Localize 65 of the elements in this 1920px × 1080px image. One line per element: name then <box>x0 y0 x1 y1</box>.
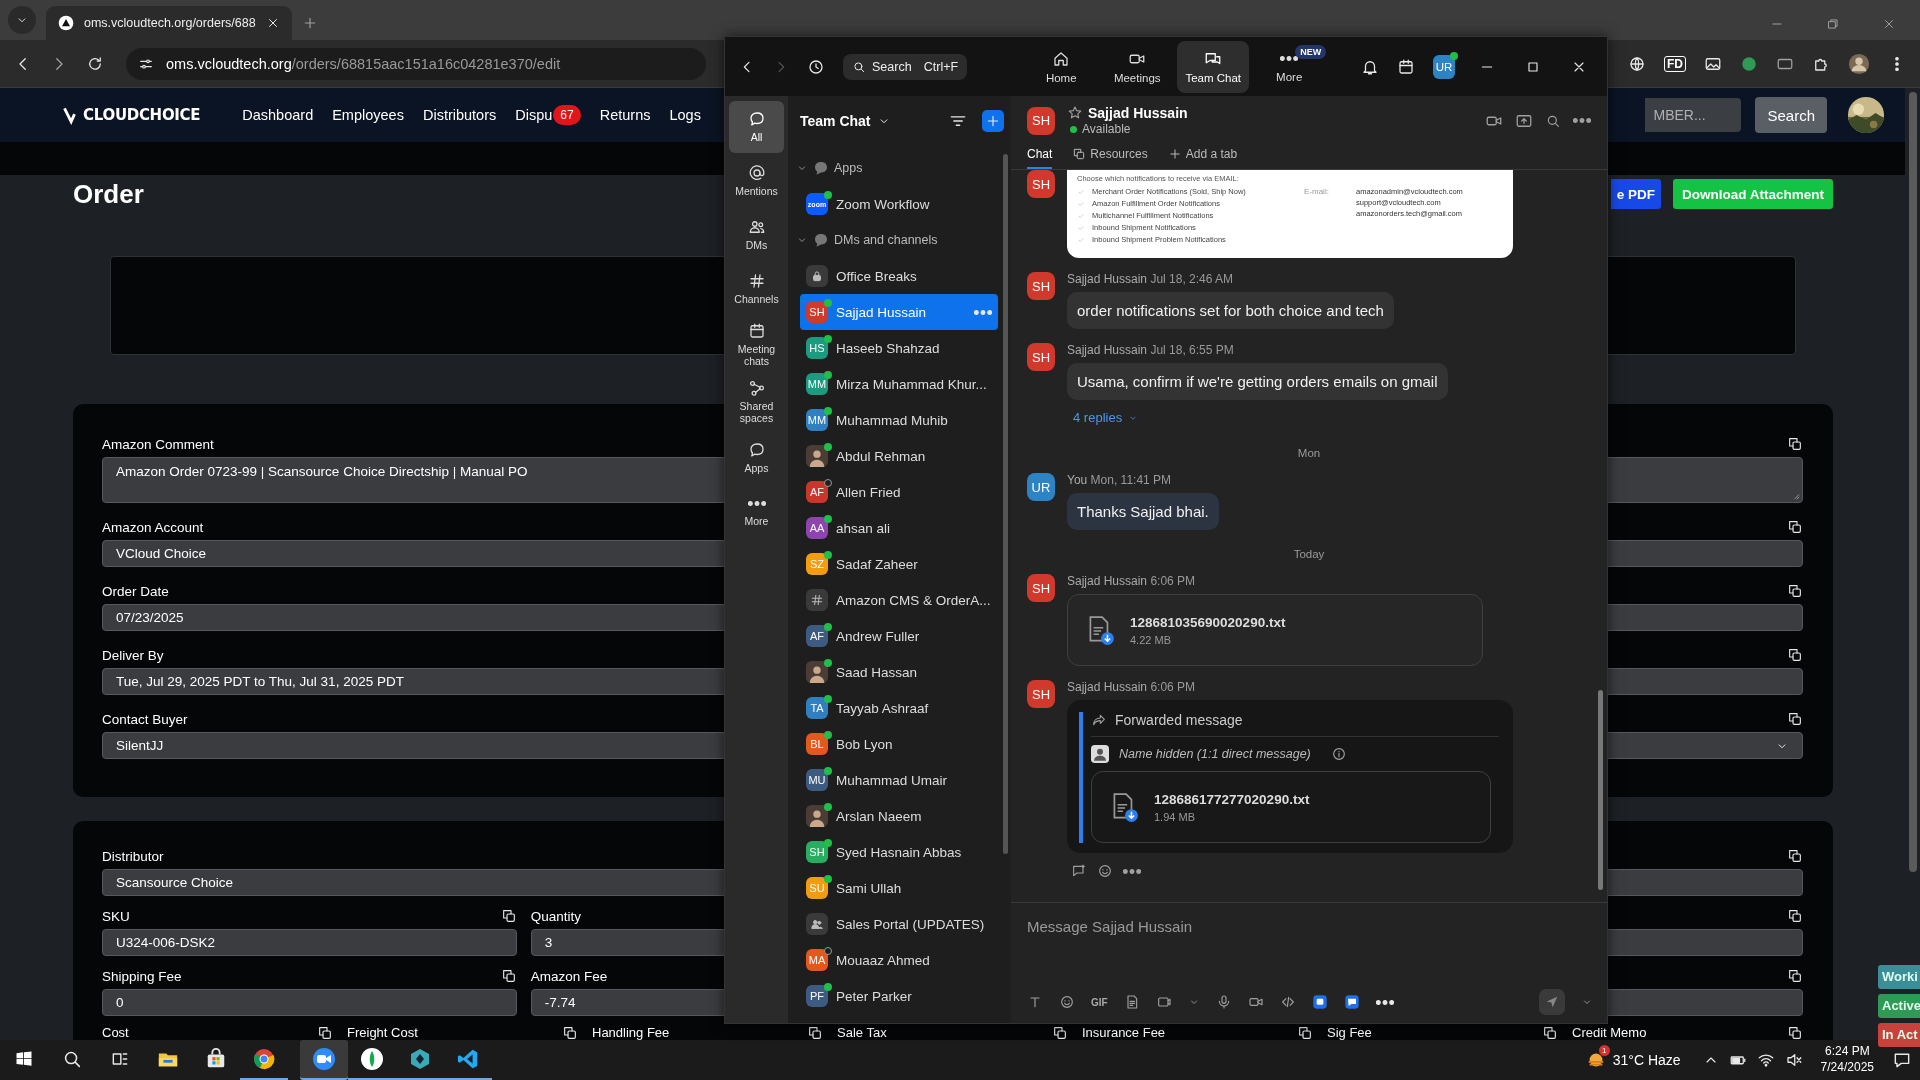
avatar: MM <box>806 409 828 431</box>
field-label: Amazon Comment <box>102 436 214 452</box>
forward-title: Forwarded message <box>1115 712 1243 728</box>
presence-status: Available <box>1082 122 1131 136</box>
avatar: SH <box>1027 574 1055 602</box>
field-label: Distributor <box>102 848 164 864</box>
avatar: MM <box>806 373 828 395</box>
url-text: oms.vcloudtech.org/orders/68815aac151a16c04281e370/edit <box>166 55 561 72</box>
logo: CLOUDCHOICE <box>83 106 201 124</box>
avatar: AF <box>806 481 828 503</box>
avatar: SH <box>1027 343 1055 371</box>
message-bubble: order notifications set for both choice and tech <box>1067 292 1394 329</box>
origin-text: Name hidden (1:1 direct message) <box>1119 747 1311 761</box>
field-label: Sig Fee <box>1327 1026 1372 1040</box>
avatar: SH <box>1027 106 1055 135</box>
message-meta: Sajjad Hussain Jul 18, 6:55 PM <box>1067 343 1234 357</box>
message-meta: Sajjad Hussain 6:06 PM <box>1067 680 1196 694</box>
avatar: SH <box>806 301 828 323</box>
avatar: MU <box>806 769 828 791</box>
avatar: SZ <box>806 553 828 575</box>
screenshot-text: E-mail: <box>1304 187 1330 198</box>
field-label: Amazon Fee <box>530 968 608 984</box>
field-label: Freight Cost <box>347 1026 418 1040</box>
notification-badge: 1 <box>1598 1045 1610 1056</box>
avatar: HS <box>806 337 828 359</box>
field-label: Sale Tax <box>837 1026 887 1040</box>
message-bubble: Usama, confirm if we're getting orders emails on gmail <box>1067 363 1448 400</box>
avatar: BL <box>806 733 828 755</box>
field-label: Order Date <box>102 583 169 599</box>
avatar: AA <box>806 517 828 539</box>
file-size: 1.94 MB <box>1154 810 1196 823</box>
field-label: Quantity <box>530 908 582 924</box>
field-label: Cost <box>102 1026 129 1040</box>
avatar: SH <box>1027 170 1055 198</box>
date-divider: Mon <box>1296 447 1322 459</box>
message-meta: You Mon, 11:41 PM <box>1067 473 1172 487</box>
message-meta: Sajjad Hussain Jul 18, 2:46 AM <box>1067 272 1234 286</box>
avatar: PF <box>806 985 828 1007</box>
message-meta: Sajjad Hussain 6:06 PM <box>1067 574 1196 588</box>
avatar: SH <box>806 841 828 863</box>
avatar: SU <box>806 877 828 899</box>
new-badge: NEW <box>1295 44 1327 59</box>
field-label: Contact Buyer <box>102 711 188 727</box>
contact-name: Sajjad Hussain <box>1088 105 1188 121</box>
tab-title: oms.vcloudtech.org/orders/688 <box>84 16 256 30</box>
field-label: Insurance Fee <box>1082 1026 1166 1040</box>
field-label: Credit Memo <box>1572 1026 1647 1040</box>
avatar: SH <box>1027 680 1055 708</box>
field-label: Amazon Account <box>102 519 204 535</box>
file-size: 4.22 MB <box>1130 633 1172 646</box>
avatar: MA <box>806 949 828 971</box>
notification-badge: 67 <box>553 105 581 125</box>
field-label: Shipping Fee <box>102 968 182 984</box>
avatar: AF <box>806 625 828 647</box>
field-label: Deliver By <box>102 647 164 663</box>
field-label: SKU <box>102 908 130 924</box>
page-title: Order <box>73 178 144 210</box>
avatar: SH <box>1027 272 1055 300</box>
file-name: 128686177277020290.txt <box>1154 791 1310 807</box>
message-bubble: Thanks Sajjad bhai. <box>1067 493 1219 530</box>
field-label: Handling Fee <box>592 1026 670 1040</box>
file-name: 128681035690020290.txt <box>1130 614 1286 630</box>
date-divider: Today <box>1292 548 1326 560</box>
avatar: UR <box>1027 473 1055 501</box>
avatar: TA <box>806 697 828 719</box>
